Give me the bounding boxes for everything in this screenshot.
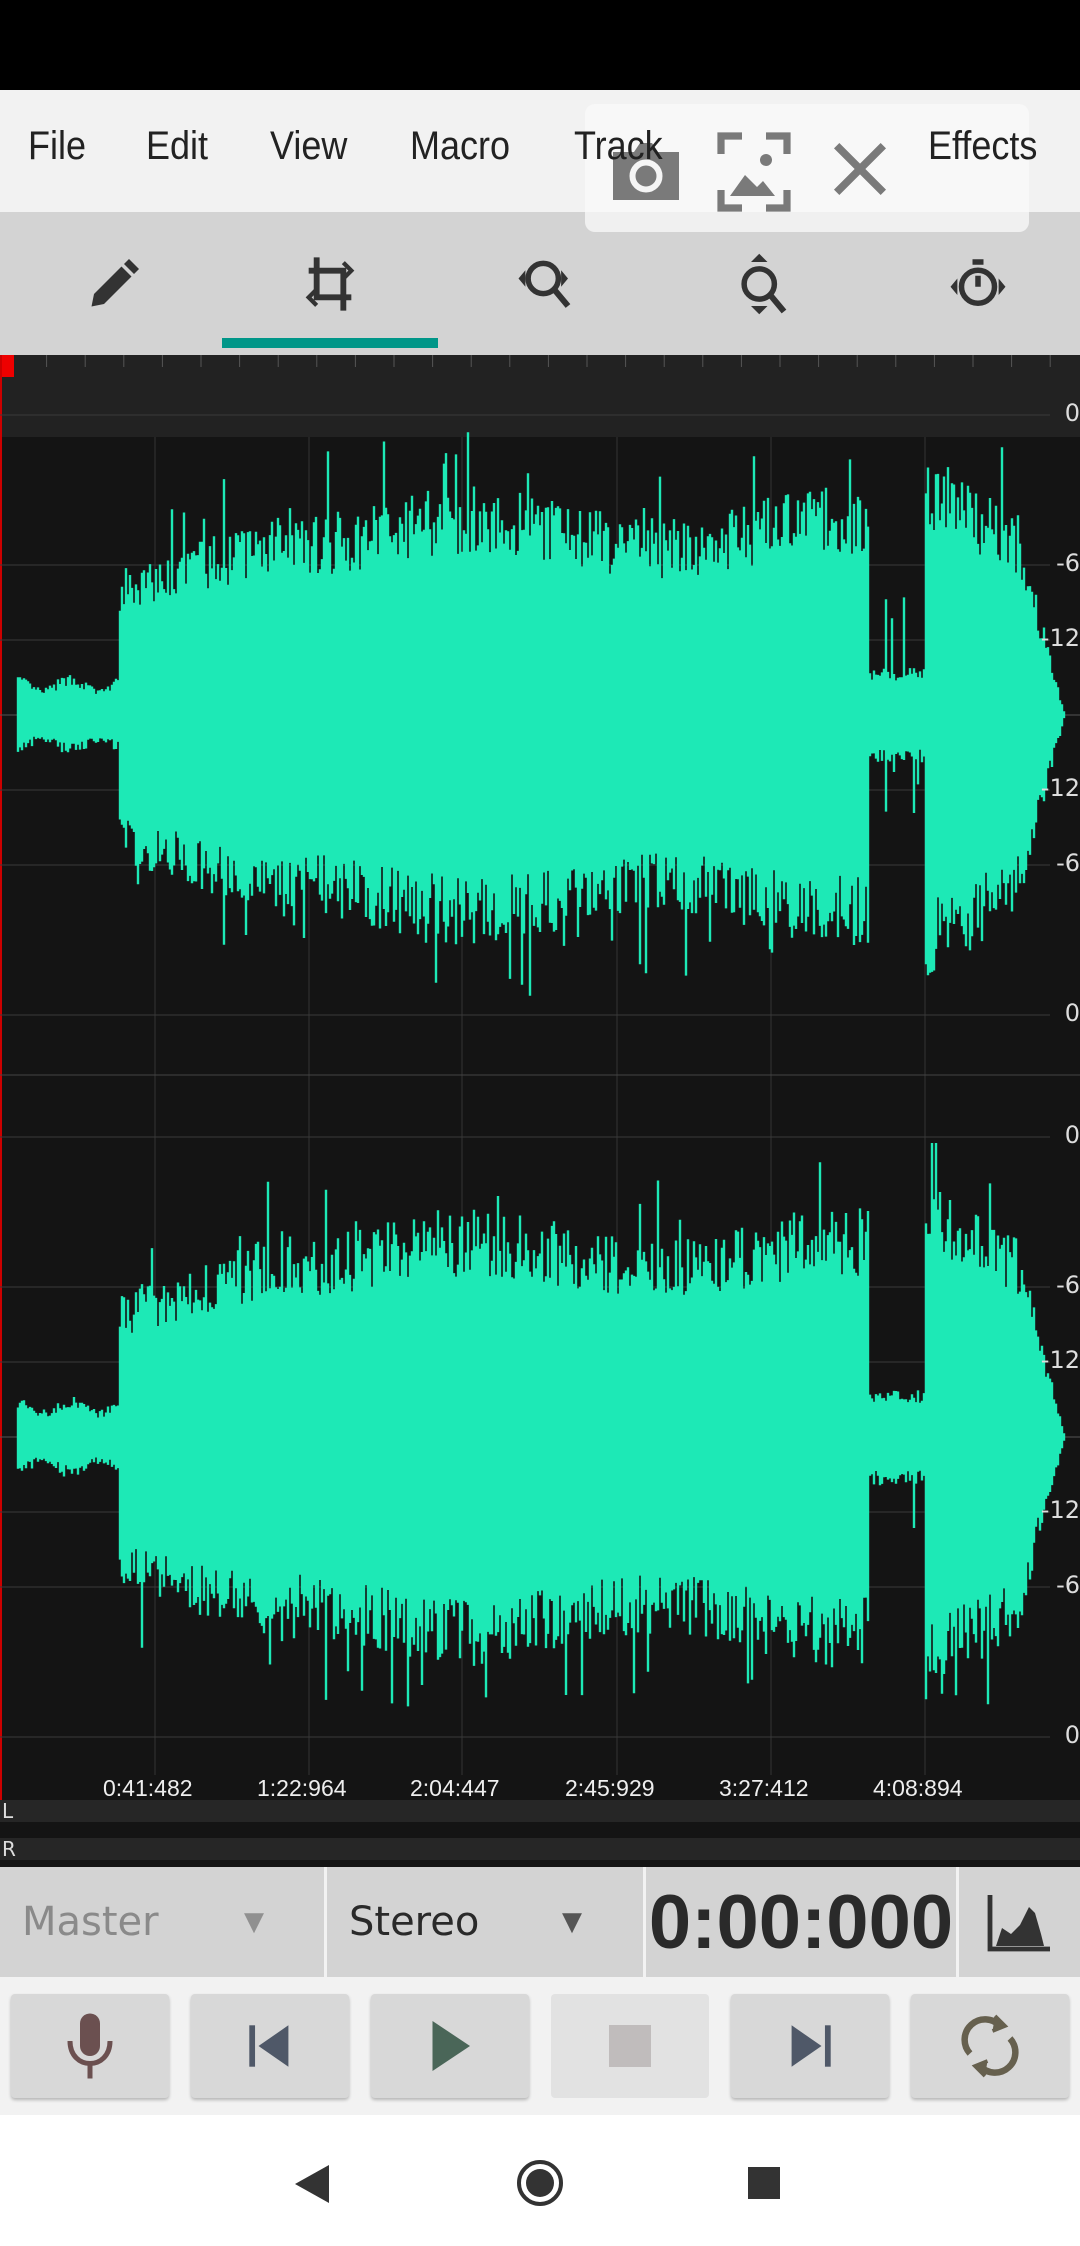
record-button[interactable] xyxy=(11,1994,169,2098)
time-tick-label: 2:04:447 xyxy=(410,1775,500,1801)
select-tool[interactable] xyxy=(222,212,438,355)
skip-back-button[interactable] xyxy=(191,1994,349,2098)
time-ruler xyxy=(0,355,1080,437)
chevron-down-icon: ▼ xyxy=(562,1907,582,1937)
system-nav-bar xyxy=(0,2115,1080,2246)
transport-bar xyxy=(0,1977,1080,2115)
db-label: 0 xyxy=(1064,1121,1080,1149)
microphone-icon xyxy=(67,2013,113,2079)
track-select[interactable]: Master ▼ xyxy=(0,1867,324,1977)
stop-icon xyxy=(609,2025,651,2067)
channel-r-label: R xyxy=(2,1837,16,1861)
time-tick-label: 4:08:894 xyxy=(873,1775,963,1801)
channel-r-strip: R xyxy=(0,1838,1080,1860)
menu-file[interactable]: File xyxy=(28,124,86,169)
db-label: -6 xyxy=(1056,549,1080,577)
db-label: 0 xyxy=(1064,999,1080,1027)
track-select-value: Master xyxy=(22,1899,159,1945)
area-chart-icon xyxy=(987,1895,1050,1952)
menu-effects[interactable]: Effects xyxy=(928,124,1037,169)
zoom-horizontal-tool[interactable] xyxy=(438,212,654,355)
db-label: 0 xyxy=(1064,399,1080,427)
back-icon[interactable] xyxy=(295,2165,329,2203)
menu-edit[interactable]: Edit xyxy=(146,124,208,169)
image-capture-icon[interactable] xyxy=(715,130,793,214)
timer-tool[interactable] xyxy=(870,212,1080,355)
db-label: 0 xyxy=(1064,1721,1080,1749)
active-tool-indicator xyxy=(222,338,438,348)
time-tick-label: 3:27:412 xyxy=(719,1775,809,1801)
control-bar: Master ▼ Stereo ▼ 0:00:000 xyxy=(0,1867,1080,1977)
stop-button[interactable] xyxy=(551,1994,709,2098)
menu-track[interactable]: Track xyxy=(574,124,663,169)
crop-select-icon xyxy=(305,256,355,311)
channel-mode-value: Stereo xyxy=(349,1899,480,1945)
loop-icon xyxy=(961,2014,1019,2078)
spectrum-button[interactable] xyxy=(959,1867,1080,1977)
pencil-tool[interactable] xyxy=(6,212,222,355)
recents-icon[interactable] xyxy=(748,2167,780,2199)
pencil-icon xyxy=(91,258,139,306)
play-icon xyxy=(432,2021,470,2071)
timer-icon xyxy=(950,258,1006,306)
db-label: -6 xyxy=(1056,1271,1080,1299)
zoom-vertical-icon xyxy=(741,253,787,314)
waveform-channel-r xyxy=(16,1143,1066,1707)
menu-macro[interactable]: Macro xyxy=(410,124,510,169)
db-label: -12 xyxy=(1040,774,1080,802)
play-button[interactable] xyxy=(371,1994,529,2098)
time-tick-label: 1:22:964 xyxy=(257,1775,347,1801)
status-bar xyxy=(0,0,1080,90)
time-display: 0:00:000 xyxy=(648,1879,954,1965)
tool-bar xyxy=(0,212,1080,355)
channel-l-strip: L xyxy=(0,1800,1080,1822)
skip-forward-button[interactable] xyxy=(731,1994,889,2098)
skip-back-icon xyxy=(249,2025,289,2067)
waveform-canvas[interactable] xyxy=(0,355,1080,1800)
loop-button[interactable] xyxy=(911,1994,1069,2098)
channel-mode-select[interactable]: Stereo ▼ xyxy=(327,1867,643,1977)
time-tick-label: 2:45:929 xyxy=(565,1775,655,1801)
zoom-horizontal-icon xyxy=(518,260,571,308)
db-label: -12 xyxy=(1040,1496,1080,1524)
time-tick-label: 0:41:482 xyxy=(103,1775,193,1801)
chevron-down-icon: ▼ xyxy=(244,1907,264,1937)
zoom-vertical-tool[interactable] xyxy=(654,212,870,355)
db-label: -6 xyxy=(1056,849,1080,877)
db-label: -12 xyxy=(1040,624,1080,652)
waveform-view[interactable]: L R 0 -6 -12 -12 -6 0 0 -6 -12 -12 -6 0 0:41:482 1:22… xyxy=(0,355,1080,1867)
skip-forward-icon xyxy=(791,2025,831,2067)
waveform-channel-l xyxy=(16,432,1066,996)
channel-l-label: L xyxy=(2,1799,14,1823)
close-icon[interactable] xyxy=(825,134,895,204)
db-label: -6 xyxy=(1056,1571,1080,1599)
menu-view[interactable]: View xyxy=(270,124,347,169)
db-label: -12 xyxy=(1040,1346,1080,1374)
playhead-marker xyxy=(0,355,14,377)
home-icon[interactable] xyxy=(515,2158,565,2208)
